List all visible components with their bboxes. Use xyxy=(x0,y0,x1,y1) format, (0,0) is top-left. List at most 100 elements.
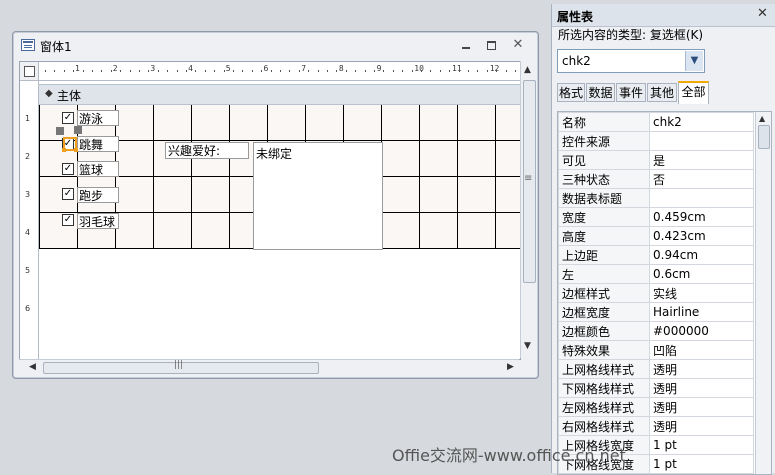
property-row[interactable]: 特殊效果 凹陷 xyxy=(558,340,754,360)
property-scrollbar[interactable]: ▲ xyxy=(755,112,771,474)
property-value[interactable]: 否 xyxy=(649,169,754,189)
scroll-left-icon[interactable]: ◀ xyxy=(29,362,36,372)
property-value[interactable]: chk2 xyxy=(649,112,754,132)
ruler-mark: 6 xyxy=(25,304,31,313)
minimize-button[interactable] xyxy=(459,38,473,52)
property-value[interactable]: 0.423cm xyxy=(649,226,754,246)
ruler-tick xyxy=(468,70,469,72)
form-titlebar[interactable]: 窗体1 ✕ xyxy=(13,32,538,58)
checkbox-basketball[interactable]: ✓ xyxy=(62,163,74,175)
property-value[interactable]: 0.459cm xyxy=(649,207,754,227)
ruler-mark: 2 xyxy=(112,64,118,73)
property-value[interactable]: 0.94cm xyxy=(649,245,754,265)
property-row[interactable]: 右网格线样式 透明 xyxy=(558,416,754,436)
vertical-scrollbar[interactable]: ▲ ▼ xyxy=(520,61,536,358)
property-value[interactable] xyxy=(649,131,754,151)
property-value[interactable]: Hairline xyxy=(649,302,754,322)
chevron-down-icon[interactable]: ▼ xyxy=(685,51,703,71)
tab-format[interactable]: 格式 xyxy=(557,83,585,102)
move-handle[interactable] xyxy=(56,127,64,135)
property-value[interactable]: 透明 xyxy=(649,378,754,398)
scroll-down-icon[interactable]: ▼ xyxy=(524,341,531,351)
property-row[interactable]: 数据表标题 xyxy=(558,188,754,208)
checkbox-label[interactable]: 篮球 xyxy=(77,161,119,177)
checkbox-run[interactable]: ✓ xyxy=(62,188,74,200)
property-row[interactable]: 边框颜色 #000000 xyxy=(558,321,754,341)
property-value[interactable]: 透明 xyxy=(649,416,754,436)
scroll-thumb[interactable] xyxy=(43,360,319,374)
ruler-tick xyxy=(139,70,140,72)
ruler-tick xyxy=(110,70,112,72)
property-value[interactable]: 透明 xyxy=(649,359,754,379)
property-row[interactable]: 三种状态否 xyxy=(558,169,754,189)
property-value[interactable]: 0.6cm xyxy=(649,264,754,284)
ruler-tick xyxy=(515,70,516,72)
scroll-up-icon[interactable]: ▲ xyxy=(524,65,531,75)
property-value[interactable]: 透明 xyxy=(649,397,754,417)
ruler-tick xyxy=(392,70,394,72)
property-row[interactable]: 高度 0.423cm xyxy=(558,226,754,246)
ruler-tick xyxy=(317,70,319,72)
ruler-tick xyxy=(336,70,338,72)
ruler-tick xyxy=(383,70,385,72)
property-row[interactable]: 左网格线样式 透明 xyxy=(558,397,754,417)
restore-button[interactable] xyxy=(484,38,498,52)
property-row[interactable]: 边框样式 实线 xyxy=(558,283,754,303)
close-icon[interactable]: ✕ xyxy=(511,38,525,52)
scroll-right-icon[interactable]: ▶ xyxy=(507,362,514,372)
property-row[interactable]: 上边距 0.94cm xyxy=(558,245,754,265)
tab-event[interactable]: 事件 xyxy=(616,83,646,102)
property-row[interactable]: 上网格线样式 透明 xyxy=(558,359,754,379)
close-icon[interactable]: ✕ xyxy=(757,6,768,21)
scroll-up-icon[interactable]: ▲ xyxy=(759,114,765,123)
tab-other[interactable]: 其他 xyxy=(647,83,677,102)
property-row[interactable]: 可见是 xyxy=(558,150,754,170)
checkbox-label[interactable]: 羽毛球 xyxy=(77,213,119,229)
checkbox-label[interactable]: 跳舞 xyxy=(77,136,119,152)
unbound-control[interactable]: 未绑定 xyxy=(253,142,383,250)
checkbox-swim[interactable]: ✓ xyxy=(62,112,74,124)
ruler-tick xyxy=(505,70,507,72)
ruler-tick xyxy=(496,70,498,72)
tab-data[interactable]: 数据 xyxy=(586,83,615,102)
selection-outline[interactable] xyxy=(62,137,78,152)
property-value[interactable]: #000000 xyxy=(649,321,754,341)
property-value[interactable] xyxy=(649,188,754,208)
ruler-mark: 10 xyxy=(414,64,424,73)
property-row[interactable]: 宽度 0.459cm xyxy=(558,207,754,227)
property-row[interactable]: 控件来源 xyxy=(558,131,754,151)
ruler-tick xyxy=(214,70,216,72)
ruler-tick xyxy=(364,70,366,72)
tab-all[interactable]: 全部 xyxy=(678,81,709,104)
scroll-thumb[interactable] xyxy=(523,80,536,283)
property-value[interactable]: 1 pt xyxy=(649,435,754,455)
property-value[interactable]: 1 pt xyxy=(649,454,754,474)
property-value[interactable]: 是 xyxy=(649,150,754,170)
property-sheet: 属性表 ✕ 所选内容的类型: 复选框(K) chk2 ▼ 格式 数据 事件 其他… xyxy=(551,4,775,475)
property-row[interactable]: 下网格线样式 透明 xyxy=(558,378,754,398)
property-grid: 名称 chk2 控件来源 可见是三种状态否数据表标题 宽度 0.459cm 高度 0.423c… xyxy=(557,111,772,475)
property-row[interactable]: 左 0.6cm xyxy=(558,264,754,284)
property-row[interactable]: 边框宽度 Hairline xyxy=(558,302,754,322)
scroll-thumb[interactable] xyxy=(758,125,770,149)
ruler-tick xyxy=(270,70,272,72)
hobby-label[interactable]: 兴趣爱好: xyxy=(165,142,249,159)
checkbox-label[interactable]: 游泳 xyxy=(77,110,119,126)
detail-section-header[interactable]: ◆ 主体 xyxy=(39,84,520,105)
form-selector[interactable] xyxy=(20,62,39,81)
property-name: 三种状态 xyxy=(558,169,650,189)
horizontal-scrollbar[interactable]: ◀ ▶ xyxy=(19,359,519,375)
move-handle[interactable] xyxy=(74,126,82,134)
control-selector[interactable]: chk2 ▼ xyxy=(557,49,705,73)
property-name: 边框颜色 xyxy=(558,321,650,341)
checkbox-label[interactable]: 跑步 xyxy=(77,187,119,203)
checkbox-badminton[interactable]: ✓ xyxy=(62,214,74,226)
property-name: 上边距 xyxy=(558,245,650,265)
ruler-tick xyxy=(242,70,244,72)
property-value[interactable]: 凹陷 xyxy=(649,340,754,360)
ruler-tick xyxy=(148,70,150,72)
property-row[interactable]: 名称 chk2 xyxy=(558,112,754,132)
ruler-mark: 12 xyxy=(489,64,500,73)
horizontal-ruler: 1 2 3 4 5 6 7 8 9 10 11 12 xyxy=(39,62,520,81)
property-value[interactable]: 实线 xyxy=(649,283,754,303)
